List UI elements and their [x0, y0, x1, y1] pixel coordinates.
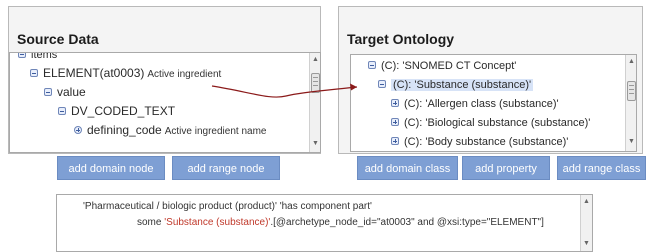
source-data-title: Source Data — [17, 31, 99, 47]
expand-icon[interactable] — [391, 118, 399, 127]
collapse-icon[interactable] — [378, 80, 386, 89]
scroll-up-icon[interactable]: ▲ — [581, 197, 592, 207]
source-data-panel: Source Data items ELEMENT(at0003) Active … — [8, 6, 321, 154]
tree-node-substance[interactable]: (C): 'Substance (substance)' — [378, 78, 534, 92]
source-scrollbar[interactable]: ▲ ▼ — [309, 53, 320, 152]
add-domain-class-button[interactable]: add domain class — [357, 156, 458, 180]
expression-textarea[interactable]: 'Pharmaceutical / biologic product (prod… — [56, 194, 593, 252]
scroll-thumb[interactable] — [311, 73, 320, 93]
tree-node-biological[interactable]: (C): 'Biological substance (substance)' — [391, 116, 590, 130]
tree-node-snomed[interactable]: (C): 'SNOMED CT Concept' — [368, 59, 516, 73]
add-range-class-button[interactable]: add range class — [557, 156, 646, 180]
add-domain-node-button[interactable]: add domain node — [57, 156, 165, 180]
target-tree[interactable]: (C): 'SNOMED CT Concept' (C): 'Substance… — [350, 54, 637, 152]
collapse-icon[interactable] — [44, 88, 52, 97]
collapse-icon[interactable] — [18, 53, 26, 59]
scroll-thumb[interactable] — [627, 81, 636, 101]
source-tree[interactable]: items ELEMENT(at0003) Active ingredient v… — [9, 52, 321, 153]
scroll-down-icon[interactable]: ▼ — [626, 137, 636, 147]
expression-line-1: 'Pharmaceutical / biologic product (prod… — [83, 201, 372, 212]
tree-node-dv-coded-text[interactable]: DV_CODED_TEXT — [58, 104, 175, 119]
expression-line-2: some 'Substance (substance)'.[@archetype… — [137, 217, 544, 228]
tree-node-allergen[interactable]: (C): 'Allergen class (substance)' — [391, 97, 559, 111]
scroll-down-icon[interactable]: ▼ — [581, 239, 592, 249]
expand-icon[interactable] — [74, 126, 82, 135]
add-property-button[interactable]: add property — [462, 156, 550, 180]
tree-node-defining-code[interactable]: defining_code Active ingredient name — [74, 123, 266, 139]
expression-scrollbar[interactable]: ▲ ▼ — [580, 195, 592, 251]
tree-node-body-substance[interactable]: (C): 'Body substance (substance)' — [391, 135, 568, 149]
tree-node-element[interactable]: ELEMENT(at0003) Active ingredient — [30, 66, 221, 82]
tree-node-items[interactable]: items — [18, 53, 57, 62]
collapse-icon[interactable] — [368, 61, 376, 70]
target-ontology-panel: Target Ontology (C): 'SNOMED CT Concept'… — [338, 6, 643, 154]
expand-icon[interactable] — [391, 137, 399, 146]
target-ontology-title: Target Ontology — [347, 31, 455, 47]
expand-icon[interactable] — [391, 99, 399, 108]
target-scrollbar[interactable]: ▲ ▼ — [625, 55, 636, 151]
add-range-node-button[interactable]: add range node — [172, 156, 280, 180]
scroll-up-icon[interactable]: ▲ — [310, 55, 320, 65]
scroll-up-icon[interactable]: ▲ — [626, 57, 636, 67]
expression-highlight: 'Substance (substance)' — [164, 217, 271, 228]
tree-node-value[interactable]: value — [44, 85, 86, 100]
collapse-icon[interactable] — [30, 69, 38, 78]
collapse-icon[interactable] — [58, 107, 66, 116]
scroll-down-icon[interactable]: ▼ — [310, 139, 320, 149]
